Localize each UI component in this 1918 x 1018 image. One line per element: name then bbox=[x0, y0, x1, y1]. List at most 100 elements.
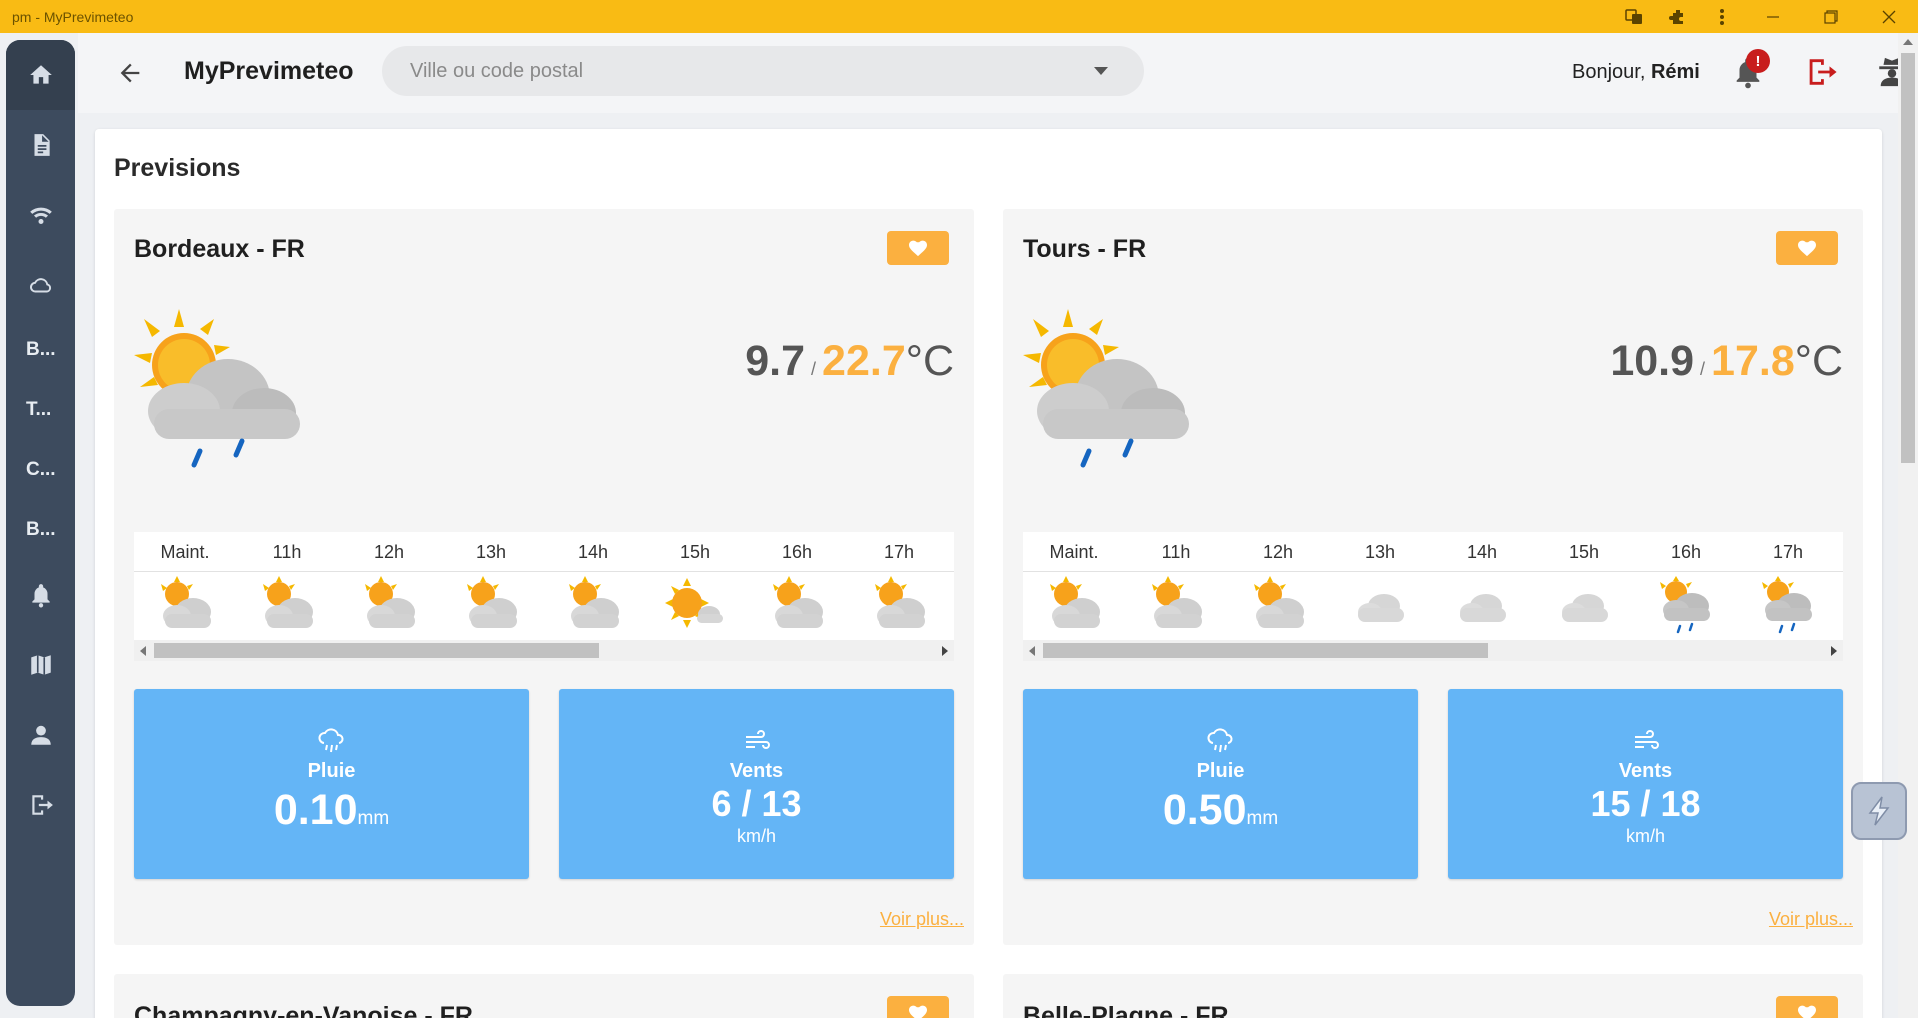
hour-label: 15h bbox=[1568, 542, 1600, 562]
back-arrow-icon[interactable] bbox=[116, 59, 144, 87]
favorite-button[interactable] bbox=[887, 231, 949, 265]
sidebar-item-city-3[interactable]: C... bbox=[6, 440, 75, 500]
wind-tile: Vents 6 / 13 km/h bbox=[559, 689, 954, 879]
chevron-down-icon[interactable] bbox=[1094, 67, 1108, 75]
card-city-title: Bordeaux - FR bbox=[134, 235, 305, 263]
scroll-right-icon[interactable] bbox=[942, 646, 948, 656]
partly-cloudy-icon bbox=[746, 576, 848, 634]
notification-badge: ! bbox=[1746, 49, 1770, 73]
rain-cloud-icon bbox=[318, 728, 344, 753]
cloud-icon bbox=[29, 278, 51, 293]
wind-value: 15 / 18 bbox=[1590, 783, 1701, 824]
hour-label: 11h bbox=[272, 542, 302, 562]
sidebar-item-city-4[interactable]: B... bbox=[6, 500, 75, 560]
scroll-left-icon[interactable] bbox=[1029, 646, 1035, 656]
favorite-button[interactable] bbox=[887, 996, 949, 1018]
wind-unit: km/h bbox=[736, 826, 776, 846]
hour-label: 13h bbox=[1364, 542, 1396, 562]
scroll-up-icon[interactable] bbox=[1903, 39, 1913, 45]
rain-tile: Pluie 0.10mm bbox=[134, 689, 529, 879]
heart-icon bbox=[909, 1005, 927, 1018]
scroll-left-icon[interactable] bbox=[140, 646, 146, 656]
see-more-link[interactable]: Voir plus... bbox=[880, 909, 964, 930]
forecast-card-belle-plagne: Belle-Plagne - FR bbox=[1003, 974, 1863, 1018]
temperature-range: 10.9/17.8°C bbox=[1610, 337, 1843, 385]
favorite-button[interactable] bbox=[1776, 996, 1838, 1018]
user-icon bbox=[30, 725, 51, 745]
rain-label: Pluie bbox=[1196, 760, 1245, 782]
card-city-title: Champagny-en-Vanoise - FR bbox=[134, 1002, 473, 1018]
rain-amount: 0.10 bbox=[273, 786, 358, 834]
extensions-icon[interactable] bbox=[1656, 0, 1700, 33]
city-search[interactable] bbox=[382, 46, 1144, 96]
hour-label: Maint. bbox=[1049, 542, 1099, 562]
logout-icon[interactable] bbox=[1804, 55, 1838, 89]
document-icon bbox=[34, 134, 50, 156]
hour-label: 15h bbox=[679, 542, 711, 562]
app-header: MyPrevimeteo Bonjour, Rémi ! bbox=[78, 33, 1905, 113]
logout-icon bbox=[31, 795, 53, 815]
wind-icon bbox=[1635, 730, 1659, 749]
scroll-thumb[interactable] bbox=[154, 643, 599, 658]
sidebar-item-documents[interactable] bbox=[6, 110, 75, 180]
wind-value: 6 / 13 bbox=[711, 783, 802, 824]
sidebar-item-stations[interactable] bbox=[6, 180, 75, 250]
minimize-icon[interactable] bbox=[1744, 0, 1802, 33]
partly-cloudy-icon bbox=[542, 576, 644, 634]
partly-cloudy-icon bbox=[1023, 576, 1125, 634]
scroll-right-icon[interactable] bbox=[1831, 646, 1837, 656]
map-icon bbox=[30, 655, 51, 675]
hourly-forecast[interactable]: Maint. 11h 12h 13h 14h 15h 16h 17h bbox=[134, 532, 954, 640]
search-input[interactable] bbox=[410, 46, 1070, 96]
partly-cloudy-icon bbox=[848, 576, 950, 634]
partly-cloudy-icon bbox=[1227, 576, 1329, 634]
hourly-forecast[interactable]: Maint. 11h 12h 13h 14h 15h 16h 17h bbox=[1023, 532, 1843, 640]
hour-label: 17h bbox=[1772, 542, 1804, 562]
hourly-scrollbar[interactable] bbox=[134, 640, 954, 661]
cloudy-icon bbox=[1329, 576, 1431, 634]
window-title: pm - MyPrevimeteo bbox=[12, 8, 134, 25]
rain-amount: 0.50 bbox=[1162, 786, 1247, 834]
temp-max: 17.8 bbox=[1711, 337, 1795, 385]
wifi-icon bbox=[29, 207, 52, 224]
heart-icon bbox=[1798, 1005, 1816, 1018]
forecast-card-tours: Tours - FR 10.9/17.8°C Maint. 11h 12h 13… bbox=[1003, 209, 1863, 945]
rain-label: Pluie bbox=[307, 760, 356, 782]
user-greeting: Bonjour, Rémi bbox=[1572, 61, 1700, 84]
sidebar-item-city-2[interactable]: T... bbox=[6, 380, 75, 440]
wind-label: Vents bbox=[729, 760, 784, 782]
hour-label: 16h bbox=[1670, 542, 1702, 562]
temp-unit: °C bbox=[905, 337, 954, 385]
temp-unit: °C bbox=[1794, 337, 1843, 385]
card-city-title: Belle-Plagne - FR bbox=[1023, 1002, 1229, 1018]
scroll-thumb[interactable] bbox=[1043, 643, 1488, 658]
translate-icon[interactable] bbox=[1612, 0, 1656, 33]
sidebar-item-alerts[interactable] bbox=[6, 560, 75, 630]
wind-unit: km/h bbox=[1625, 826, 1665, 846]
sidebar-item-map[interactable] bbox=[6, 630, 75, 700]
sidebar-item-weather[interactable] bbox=[6, 250, 75, 320]
sidebar-item-city-1[interactable]: B... bbox=[6, 320, 75, 380]
sun-cloud-rain-icon bbox=[1635, 576, 1737, 634]
hourly-scrollbar[interactable] bbox=[1023, 640, 1843, 661]
restore-icon[interactable] bbox=[1802, 0, 1860, 33]
cloudy-icon bbox=[1533, 576, 1635, 634]
sidebar-item-logout[interactable] bbox=[6, 770, 75, 840]
sidebar-item-profile[interactable] bbox=[6, 700, 75, 770]
partly-cloudy-icon bbox=[134, 576, 236, 634]
close-window-icon[interactable] bbox=[1860, 0, 1918, 33]
rain-cloud-icon bbox=[1207, 728, 1233, 753]
kebab-menu-icon[interactable] bbox=[1700, 0, 1744, 33]
temperature-range: 9.7/22.7°C bbox=[745, 337, 954, 385]
heart-icon bbox=[909, 240, 927, 257]
floating-assistant-button[interactable] bbox=[1851, 782, 1907, 840]
see-more-link[interactable]: Voir plus... bbox=[1769, 909, 1853, 930]
rain-value: 0.50mm bbox=[1023, 786, 1418, 835]
page-scrollbar[interactable] bbox=[1898, 33, 1918, 1018]
partly-cloudy-icon bbox=[440, 576, 542, 634]
sidebar-item-home[interactable] bbox=[6, 40, 75, 110]
favorite-button[interactable] bbox=[1776, 231, 1838, 265]
forecast-card-bordeaux: Bordeaux - FR 9.7/22.7°C Maint. 11h 12h bbox=[114, 209, 974, 945]
page-scroll-thumb[interactable] bbox=[1901, 53, 1915, 463]
hour-label: 14h bbox=[1466, 542, 1498, 562]
